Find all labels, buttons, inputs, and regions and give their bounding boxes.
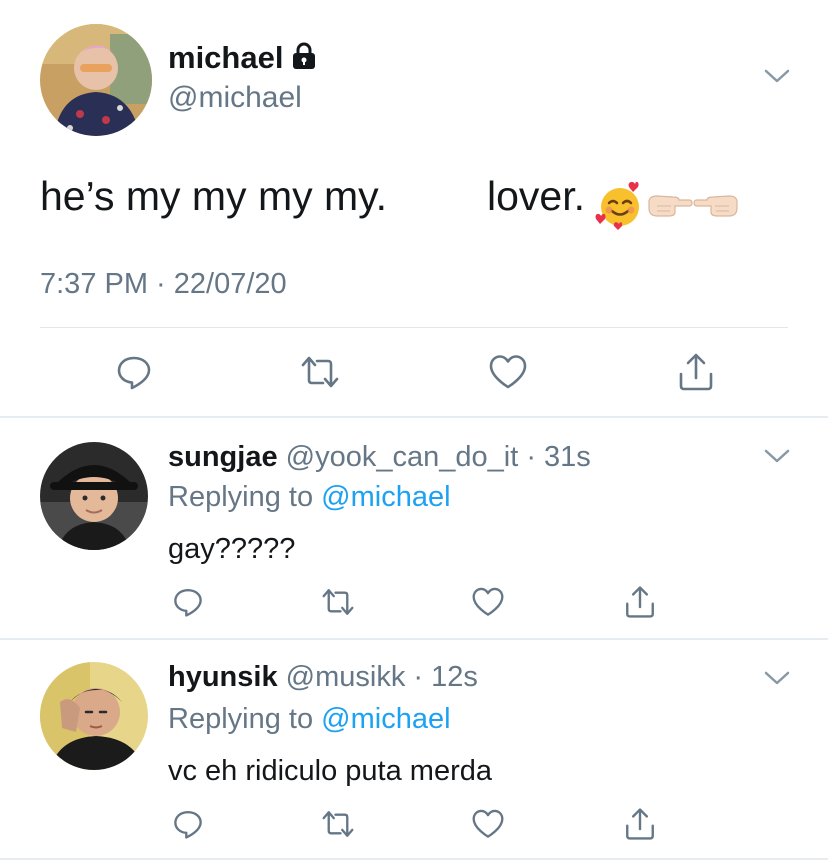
reply-header: sungjae @yook_can_do_it · 31s — [168, 440, 591, 474]
replying-label: Replying to — [168, 481, 314, 513]
reply-icon — [174, 589, 202, 617]
replying-to: Replying to @michael — [168, 702, 451, 736]
reply-icon — [117, 356, 151, 390]
avatar[interactable] — [40, 442, 148, 550]
emoji-group — [595, 178, 741, 231]
like-button[interactable] — [468, 582, 508, 622]
mention-link[interactable]: @michael — [321, 481, 450, 513]
like-button[interactable] — [486, 350, 530, 394]
retweet-icon — [322, 811, 354, 837]
reply-header: hyunsik @musikk · 12s — [168, 660, 478, 694]
reply-text: vc eh ridiculo puta merda — [168, 755, 492, 787]
chevron-down-icon[interactable] — [764, 670, 790, 691]
retweet-button[interactable] — [318, 804, 358, 844]
divider — [40, 327, 788, 328]
reply-button[interactable] — [112, 350, 156, 394]
like-icon — [472, 809, 504, 838]
chevron-down-icon[interactable] — [764, 448, 790, 469]
retweet-button[interactable] — [318, 582, 358, 622]
display-name[interactable]: hyunsik — [168, 661, 278, 693]
timestamp[interactable]: 7:37 PM · 22/07/20 — [40, 266, 287, 302]
reply-icon — [174, 811, 202, 839]
retweet-icon — [322, 589, 354, 615]
share-icon — [679, 353, 713, 391]
like-button[interactable] — [468, 804, 508, 844]
share-icon — [626, 586, 654, 618]
divider — [0, 858, 828, 860]
reply-button[interactable] — [168, 804, 208, 844]
tweet-text-part1: he’s my my my my. — [40, 173, 387, 219]
reply-button[interactable] — [168, 582, 208, 622]
like-icon — [472, 587, 504, 616]
relative-time[interactable]: · 31s — [526, 441, 590, 473]
chevron-down-icon[interactable] — [764, 68, 790, 89]
display-name-text[interactable]: michael — [168, 40, 283, 75]
like-icon — [489, 355, 527, 389]
backhand-index-pointing-left-icon — [693, 195, 738, 217]
share-button[interactable] — [620, 804, 660, 844]
reply-tweet[interactable]: sungjae @yook_can_do_it · 31s Replying t… — [0, 418, 828, 638]
display-name[interactable]: sungjae — [168, 441, 278, 473]
share-button[interactable] — [620, 582, 660, 622]
handle[interactable]: @yook_can_do_it — [286, 441, 519, 473]
share-button[interactable] — [674, 350, 718, 394]
tweet-text-part2: lover. — [487, 173, 585, 219]
main-tweet: michael @michael he’s my my my my. lover.… — [0, 0, 828, 418]
relative-time[interactable]: · 12s — [413, 661, 477, 693]
replying-label: Replying to — [168, 703, 314, 735]
replying-to: Replying to @michael — [168, 480, 451, 514]
reply-text: gay????? — [168, 533, 296, 565]
tweet-text: he’s my my my my. lover. — [40, 172, 741, 231]
handle[interactable]: @michael — [168, 80, 302, 116]
avatar[interactable] — [40, 24, 152, 136]
retweet-button[interactable] — [298, 350, 342, 394]
share-icon — [626, 808, 654, 840]
display-name[interactable]: michael — [168, 40, 317, 78]
smiling-face-with-hearts-icon — [595, 182, 639, 231]
avatar[interactable] — [40, 662, 148, 770]
backhand-index-pointing-right-icon — [648, 195, 693, 217]
handle[interactable]: @musikk — [286, 661, 406, 693]
retweet-icon — [301, 356, 339, 388]
reply-tweet[interactable]: hyunsik @musikk · 12s Replying to @micha… — [0, 640, 828, 861]
lock-icon — [291, 42, 317, 78]
mention-link[interactable]: @michael — [321, 703, 450, 735]
